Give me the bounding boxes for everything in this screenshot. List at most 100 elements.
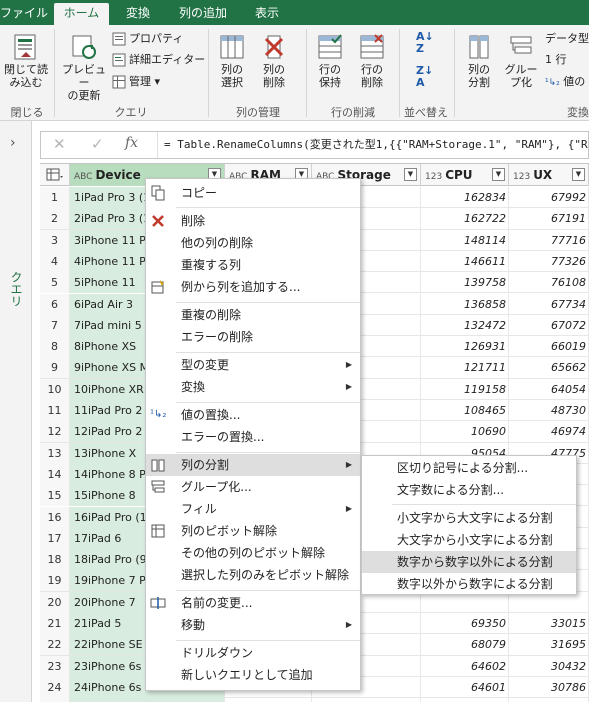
cpu-cell[interactable]: 162834: [421, 187, 509, 208]
row-number[interactable]: 4: [40, 250, 70, 272]
cancel-formula-icon[interactable]: ✕: [53, 135, 66, 153]
menu-item-remove-errors[interactable]: エラーの削除: [146, 326, 360, 348]
column-header-ux[interactable]: 123 UX ▼: [509, 164, 589, 186]
row-number[interactable]: 14: [40, 463, 70, 485]
split-column-button[interactable]: 列の 分割: [458, 33, 500, 89]
ux-cell[interactable]: 31695: [509, 634, 589, 656]
ux-cell[interactable]: 65662: [509, 357, 589, 379]
cpu-cell[interactable]: 162722: [421, 208, 509, 230]
row-number[interactable]: 7: [40, 314, 70, 336]
ux-cell[interactable]: 76108: [509, 272, 589, 294]
group-by-button[interactable]: グルー プ化: [502, 33, 540, 89]
menu-item-add-from-example[interactable]: 例から列を追加する...: [146, 276, 360, 298]
keep-rows-button[interactable]: 行の 保持: [310, 33, 350, 89]
menu-item-transform[interactable]: 変換 ▶: [146, 376, 360, 398]
remove-columns-button[interactable]: 列の 削除: [254, 33, 294, 89]
row-number[interactable]: 21: [40, 613, 70, 634]
row-number[interactable]: 5: [40, 272, 70, 294]
ux-cell[interactable]: 48730: [509, 400, 589, 421]
ux-cell[interactable]: 77326: [509, 250, 589, 272]
cpu-cell[interactable]: 69350: [421, 613, 509, 634]
cpu-cell[interactable]: 64602: [421, 655, 509, 677]
data-type-dropdown[interactable]: データ型:: [545, 31, 589, 47]
filter-dropdown-icon[interactable]: ▼: [492, 168, 505, 181]
cpu-cell[interactable]: 58700: [421, 698, 509, 702]
cpu-cell[interactable]: 139758: [421, 272, 509, 294]
submenu-item-digit-to-nondigit[interactable]: 数字から数字以外による分割: [362, 551, 576, 573]
row-number[interactable]: 11: [40, 400, 70, 421]
choose-columns-button[interactable]: 列の 選択: [212, 33, 252, 89]
table-row[interactable]: 2525iPad Air 22GB64GB5870026272: [40, 698, 589, 702]
table-menu-button[interactable]: [40, 164, 70, 186]
cpu-cell[interactable]: 68079: [421, 634, 509, 656]
menu-item-group-by[interactable]: グループ化...: [146, 476, 360, 498]
menu-item-replace-errors[interactable]: エラーの置換...: [146, 426, 360, 448]
filter-dropdown-icon[interactable]: ▼: [404, 168, 417, 181]
row-number[interactable]: 18: [40, 549, 70, 571]
menu-item-remove-other[interactable]: 他の列の削除: [146, 232, 360, 254]
menu-item-fill[interactable]: フィル ▶: [146, 498, 360, 520]
row-number[interactable]: 9: [40, 357, 70, 379]
number-type-icon[interactable]: 123: [425, 172, 442, 182]
row-number[interactable]: 1: [40, 187, 70, 208]
row-number[interactable]: 17: [40, 527, 70, 549]
cpu-cell[interactable]: 121711: [421, 357, 509, 379]
cpu-cell[interactable]: 10690: [421, 421, 509, 443]
tab-view[interactable]: 表示: [245, 3, 289, 25]
storage-cell[interactable]: 64GB: [312, 698, 421, 702]
tab-add-column[interactable]: 列の追加: [168, 3, 238, 25]
row-number[interactable]: 3: [40, 229, 70, 251]
menu-item-remove-duplicates[interactable]: 重複の削除: [146, 304, 360, 326]
sort-ascending-button[interactable]: A↓ Z: [416, 31, 434, 55]
menu-item-replace-values[interactable]: ¹↳₂ 値の置換...: [146, 404, 360, 426]
submenu-item-nondigit-to-digit[interactable]: 数字以外から数字による分割: [362, 573, 576, 595]
confirm-formula-icon[interactable]: ✓: [91, 135, 104, 153]
tab-home[interactable]: ホーム: [54, 3, 109, 25]
submenu-item-lower-to-upper[interactable]: 小文字から大文字による分割: [362, 507, 576, 529]
menu-item-unpivot-other[interactable]: その他の列のピボット解除: [146, 542, 360, 564]
ux-cell[interactable]: 30786: [509, 676, 589, 698]
column-header-cpu[interactable]: 123 CPU ▼: [421, 164, 509, 186]
row-number[interactable]: 2: [40, 208, 70, 230]
menu-item-change-type[interactable]: 型の変更 ▶: [146, 354, 360, 376]
menu-item-unpivot[interactable]: 列のピボット解除: [146, 520, 360, 542]
tab-transform[interactable]: 変換: [116, 3, 160, 25]
submenu-item-by-chars[interactable]: 文字数による分割...: [362, 479, 576, 501]
ux-cell[interactable]: 33015: [509, 613, 589, 634]
row-number[interactable]: 23: [40, 655, 70, 677]
advanced-editor-button[interactable]: 詳細エディター: [112, 52, 205, 68]
remove-rows-button[interactable]: 行の 削除: [352, 33, 392, 89]
ux-cell[interactable]: 67072: [509, 314, 589, 336]
menu-item-unpivot-selected[interactable]: 選択した列のみをピボット解除: [146, 564, 360, 586]
ram-cell[interactable]: 2GB: [225, 698, 312, 702]
row-number[interactable]: 24: [40, 676, 70, 698]
ux-cell[interactable]: 67992: [509, 187, 589, 208]
refresh-preview-button[interactable]: プレビュー の更新: [58, 33, 110, 102]
chevron-right-icon[interactable]: ›: [10, 135, 16, 151]
ux-cell[interactable]: 67734: [509, 293, 589, 315]
ux-cell[interactable]: 67191: [509, 208, 589, 230]
row-number[interactable]: 6: [40, 293, 70, 315]
number-type-icon[interactable]: 123: [513, 172, 530, 182]
row-number[interactable]: 15: [40, 485, 70, 507]
properties-button[interactable]: プロパティ: [112, 31, 183, 47]
menu-item-move[interactable]: 移動 ▶: [146, 614, 360, 636]
row-number[interactable]: 13: [40, 442, 70, 464]
row-number[interactable]: 25: [40, 698, 70, 702]
cpu-cell[interactable]: 119158: [421, 378, 509, 400]
submenu-item-upper-to-lower[interactable]: 大文字から小文字による分割: [362, 529, 576, 551]
device-cell[interactable]: 25iPad Air 2: [70, 698, 225, 702]
formula-input[interactable]: = Table.RenameColumns(変更された型1,{{"RAM+Sto…: [157, 132, 589, 158]
function-icon[interactable]: fx: [125, 135, 138, 151]
replace-values-button[interactable]: ¹↳₂ 値の: [545, 74, 585, 91]
cpu-cell[interactable]: 148114: [421, 229, 509, 251]
menu-item-copy[interactable]: コピー: [146, 182, 360, 204]
menu-item-duplicate[interactable]: 重複する列: [146, 254, 360, 276]
ux-cell[interactable]: 46974: [509, 421, 589, 443]
text-type-icon[interactable]: ABC: [74, 172, 92, 182]
menu-item-rename[interactable]: 名前の変更...: [146, 592, 360, 614]
filter-dropdown-icon[interactable]: ▼: [572, 168, 585, 181]
row-number[interactable]: 16: [40, 506, 70, 528]
submenu-item-by-delimiter[interactable]: 区切り記号による分割...: [362, 457, 576, 479]
row-number[interactable]: 19: [40, 570, 70, 592]
